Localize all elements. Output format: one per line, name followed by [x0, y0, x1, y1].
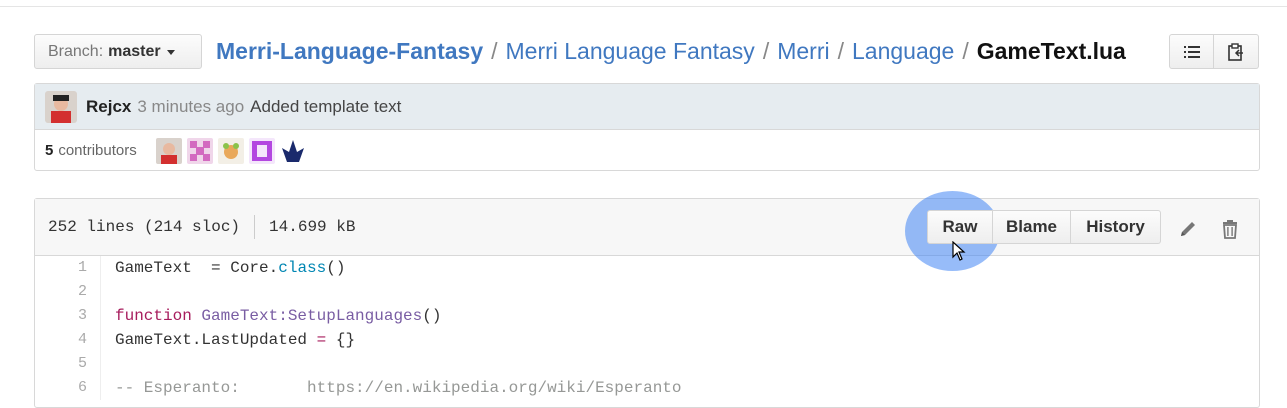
code-line: 3 function GameText:SetupLanguages()	[35, 304, 1259, 328]
delete-file-button[interactable]	[1219, 218, 1241, 240]
author-avatar[interactable]	[45, 90, 77, 123]
file-finder-button[interactable]	[1169, 34, 1214, 69]
code-line: 2	[35, 280, 1259, 304]
clipboard-icon	[1228, 42, 1243, 61]
breadcrumb: Merri-Language-Fantasy / Merri Language …	[216, 36, 1126, 66]
trash-icon	[1223, 220, 1237, 239]
branch-selector-button[interactable]: Branch: master	[34, 34, 202, 69]
contributor-avatar[interactable]	[248, 137, 275, 164]
raw-button[interactable]: Raw	[927, 210, 993, 244]
commit-message-link[interactable]: Added template text	[250, 97, 401, 117]
commit-header: Rejcx 3 minutes ago Added template text	[35, 84, 1259, 130]
contributors-row: 5 contributors	[35, 130, 1259, 171]
breadcrumb-repo-link[interactable]: Merri-Language-Fantasy	[216, 38, 483, 65]
code-text: function GameText:SetupLanguages()	[115, 307, 442, 325]
commit-info-box: Rejcx 3 minutes ago Added template text …	[34, 83, 1260, 171]
file-content-box: 252 lines (214 sloc) 14.699 kB Raw Blame…	[34, 191, 1260, 408]
line-number[interactable]: 6	[35, 376, 101, 400]
code-text: -- Esperanto: https://en.wikipedia.org/w…	[115, 379, 682, 397]
contributor-avatars	[151, 137, 306, 164]
contributor-avatar[interactable]	[155, 137, 182, 164]
pencil-icon	[1181, 222, 1195, 236]
breadcrumb-link-folder1[interactable]: Merri Language Fantasy	[506, 38, 755, 65]
code-view: 1 GameText = Core.class() 2 3 function G…	[35, 256, 1259, 400]
breadcrumb-separator: /	[762, 37, 770, 64]
branch-prefix: Branch:	[48, 42, 104, 60]
file-line-count: 252 lines (214 sloc)	[48, 218, 241, 236]
contributors-count: 5	[45, 142, 54, 159]
contributors-label[interactable]: contributors	[58, 142, 136, 159]
breadcrumb-separator: /	[962, 37, 969, 64]
caret-down-icon	[166, 50, 175, 55]
line-number[interactable]: 4	[35, 328, 101, 352]
file-nav-button-group	[1169, 34, 1259, 69]
contributor-avatar[interactable]	[279, 137, 306, 164]
code-line: 6 -- Esperanto: https://en.wikipedia.org…	[35, 376, 1259, 400]
code-line: 4 GameText.LastUpdated = {}	[35, 328, 1259, 352]
code-line: 1 GameText = Core.class()	[35, 256, 1259, 280]
top-divider	[0, 6, 1287, 7]
file-info-divider	[254, 215, 256, 239]
line-number[interactable]: 3	[35, 304, 101, 328]
breadcrumb-separator: /	[491, 37, 498, 64]
line-number[interactable]: 2	[35, 280, 101, 304]
contributor-avatar[interactable]	[186, 137, 213, 164]
code-line: 5	[35, 352, 1259, 376]
edit-file-button[interactable]	[1177, 218, 1199, 240]
file-actions-group: Raw Blame History	[927, 210, 1161, 244]
line-number[interactable]: 1	[35, 256, 101, 280]
file-header: 252 lines (214 sloc) 14.699 kB Raw Blame…	[35, 191, 1259, 271]
breadcrumb-separator: /	[837, 37, 844, 64]
breadcrumb-file-name: GameText.lua	[976, 37, 1126, 64]
commit-author-link[interactable]: Rejcx	[86, 97, 131, 117]
commit-time: 3 minutes ago	[137, 96, 245, 116]
list-icon	[1183, 45, 1200, 58]
copy-path-button[interactable]	[1214, 34, 1259, 69]
file-size: 14.699 kB	[269, 218, 356, 236]
breadcrumb-link-folder3[interactable]: Language	[852, 38, 954, 65]
contributor-avatar[interactable]	[217, 137, 244, 164]
line-number[interactable]: 5	[35, 352, 101, 376]
code-text: GameText = Core.class()	[115, 259, 346, 277]
code-text: GameText.LastUpdated = {}	[115, 331, 356, 349]
blame-button[interactable]: Blame	[993, 210, 1071, 244]
branch-name: master	[108, 42, 161, 60]
breadcrumb-link-folder2[interactable]: Merri	[777, 38, 829, 65]
history-button[interactable]: History	[1071, 210, 1161, 244]
